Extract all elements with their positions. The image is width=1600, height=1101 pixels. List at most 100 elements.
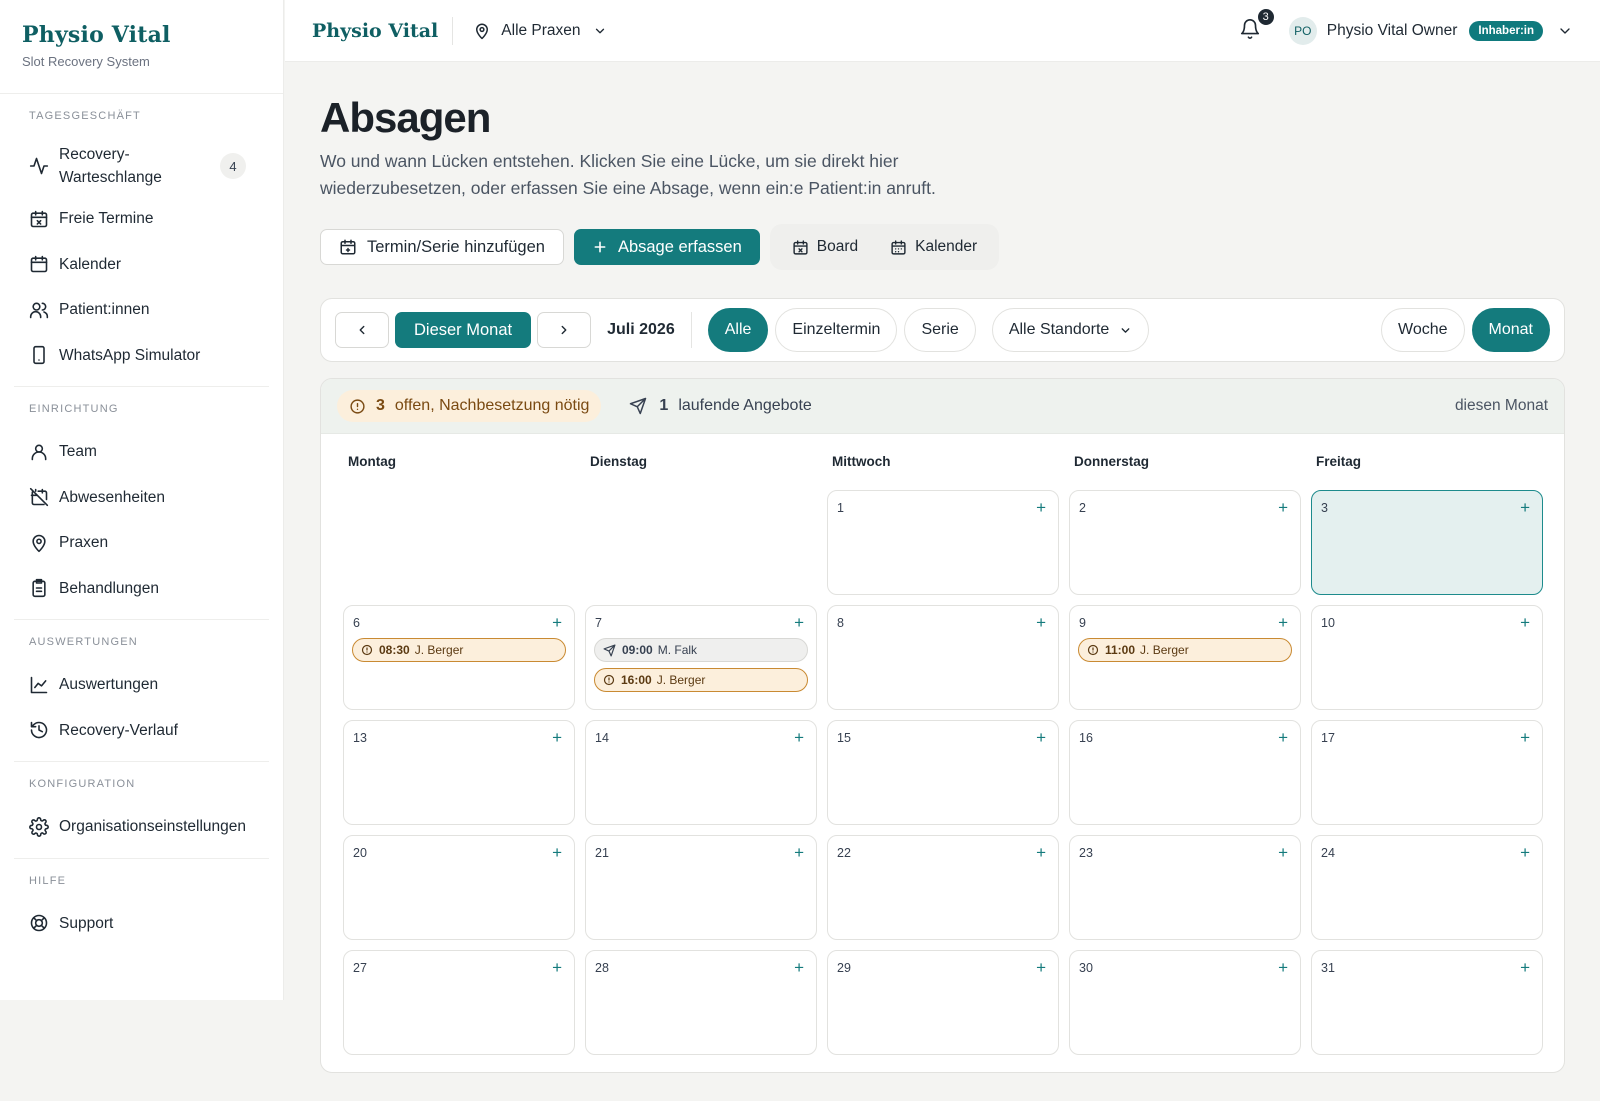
add-slot-button[interactable]: + (794, 729, 804, 746)
add-slot-button[interactable]: + (1278, 499, 1288, 516)
add-slot-button[interactable]: + (1036, 844, 1046, 861)
sidebar-item-recovery-verlauf[interactable]: Recovery-Verlauf (14, 708, 269, 754)
view-week-button[interactable]: Woche (1381, 308, 1465, 352)
add-slot-button[interactable]: + (794, 844, 804, 861)
add-slot-button[interactable]: + (1036, 959, 1046, 976)
calendar-week-row: 27 +28 +29 +30 + 31 + (343, 950, 1543, 1055)
calendar-day-cell[interactable]: 30 + (1069, 950, 1301, 1055)
add-slot-button[interactable]: + (552, 844, 562, 861)
calendar-day-cell[interactable]: 1 + (827, 490, 1059, 595)
event-time: 11:00 (1105, 643, 1136, 657)
open-gap-event[interactable]: 08:30 J. Berger (352, 638, 566, 662)
sidebar-item-kalender[interactable]: Kalender (14, 242, 269, 288)
calendar-day-cell[interactable]: 6 +08:30 J. Berger (343, 605, 575, 710)
add-slot-button[interactable]: + (1520, 959, 1530, 976)
user-name[interactable]: Physio Vital Owner (1327, 22, 1458, 40)
sidebar-item-organisationseinstellungen[interactable]: Organisationseinstellungen (14, 804, 269, 850)
chevron-right-icon (557, 323, 571, 337)
add-slot-button[interactable]: + (1278, 959, 1288, 976)
calendar-day-cell[interactable]: 29 + (827, 950, 1059, 1055)
record-cancellation-button[interactable]: Absage erfassen (573, 229, 760, 265)
calendar-day-cell[interactable]: 21 + (585, 835, 817, 940)
add-slot-button[interactable]: + (1520, 844, 1530, 861)
sidebar-item-whatsapp-simulator[interactable]: WhatsApp Simulator (14, 333, 269, 379)
add-slot-button[interactable]: + (552, 614, 562, 631)
open-gap-event[interactable]: 11:00 J. Berger (1078, 638, 1292, 662)
nav-section-hilfe: HILFE Support (14, 859, 269, 955)
add-slot-button[interactable]: + (1520, 729, 1530, 746)
view-board-button[interactable]: Board (776, 238, 874, 256)
avatar[interactable]: PO (1288, 16, 1317, 45)
calendar-day-cell[interactable]: 17 + (1311, 720, 1543, 825)
calendar-day-cell[interactable]: 24 + (1311, 835, 1543, 940)
open-gap-event[interactable]: 16:00 J. Berger (594, 668, 808, 692)
location-filter-label: Alle Standorte (1008, 321, 1110, 338)
calendar-day-cell[interactable]: 16 + (1069, 720, 1301, 825)
prev-month-button[interactable] (335, 312, 389, 348)
view-month-button[interactable]: Monat (1471, 308, 1550, 352)
sidebar-brand: Physio Vital Slot Recovery System (0, 0, 283, 94)
sidebar-item-auswertungen[interactable]: Auswertungen (14, 662, 269, 708)
running-offers-summary[interactable]: 1 laufende Angebote (629, 397, 812, 415)
calendar-day-cell[interactable]: 31 + (1311, 950, 1543, 1055)
brand-title[interactable]: Physio Vital (22, 22, 261, 48)
sidebar-item-abwesenheiten[interactable]: Abwesenheiten (14, 475, 269, 521)
sidebar-item-praxen[interactable]: Praxen (14, 520, 269, 566)
calendar-day-cell[interactable]: 20 + (343, 835, 575, 940)
calendar-day-cell[interactable]: 9 +11:00 J. Berger (1069, 605, 1301, 710)
calendar-day-cell[interactable]: 10 + (1311, 605, 1543, 710)
next-month-button[interactable] (537, 312, 592, 348)
add-slot-button[interactable]: + (1036, 614, 1046, 631)
calendar-day-cell[interactable]: 14 + (585, 720, 817, 825)
main-content: Absagen Wo und wann Lücken entstehen. Kl… (320, 62, 1565, 1073)
add-slot-button[interactable]: + (1278, 844, 1288, 861)
this-month-button[interactable]: Dieser Monat (395, 312, 532, 348)
current-month-label: Juli 2026 (607, 312, 692, 348)
day-number: 22 (837, 846, 851, 860)
calendar-grid: Montag Dienstag Mittwoch Donnerstag Freitag … (321, 434, 1564, 1055)
calendar-day-cell[interactable]: 22 + (827, 835, 1059, 940)
sidebar-item-freie-termine[interactable]: Freie Termine (14, 196, 269, 242)
add-slot-button[interactable]: + (1278, 614, 1288, 631)
add-slot-button[interactable]: + (1520, 499, 1530, 516)
add-slot-button[interactable]: + (1278, 729, 1288, 746)
calendar-day-cell[interactable]: 2 + (1069, 490, 1301, 595)
calendar-day-cell[interactable]: 27 + (343, 950, 575, 1055)
day-number: 31 (1321, 961, 1335, 975)
sidebar-item-recovery-warteschlange[interactable]: Recovery-Warteschlange 4 (14, 136, 269, 196)
calendar-day-cell[interactable]: 8 + (827, 605, 1059, 710)
calendar-day-cell[interactable]: 3 + (1311, 490, 1543, 595)
open-gaps-summary[interactable]: 3 offen, Nachbesetzung nötig (337, 390, 602, 422)
user-menu-chevron-icon[interactable] (1557, 23, 1573, 39)
sidebar-item-patient-innen[interactable]: Patient:innen (14, 287, 269, 333)
calendar-day-cell[interactable]: 23 + (1069, 835, 1301, 940)
location-select[interactable]: Alle Praxen (473, 22, 616, 40)
calendar-day-cell[interactable]: 7 +09:00 M. Falk 16:00 J. Berger (585, 605, 817, 710)
add-slot-button[interactable]: + (1036, 729, 1046, 746)
nav-section-heading: EINRICHTUNG (29, 403, 119, 415)
map-pin-icon (473, 22, 501, 40)
filter-all[interactable]: Alle (707, 308, 769, 352)
add-appointment-button[interactable]: Termin/Serie hinzufügen (320, 229, 564, 265)
filter-single[interactable]: Einzeltermin (775, 308, 898, 352)
location-filter[interactable]: Alle Standorte (991, 308, 1150, 352)
calendar-day-cell[interactable]: 28 + (585, 950, 817, 1055)
calendar-day-cell[interactable]: 13 + (343, 720, 575, 825)
topbar-brand[interactable]: Physio Vital (312, 16, 454, 45)
sidebar-item-behandlungen[interactable]: Behandlungen (14, 566, 269, 612)
location-select-label: Alle Praxen (501, 21, 581, 39)
add-slot-button[interactable]: + (794, 959, 804, 976)
add-slot-button[interactable]: + (1036, 499, 1046, 516)
notifications-button[interactable]: 3 (1239, 6, 1276, 44)
view-calendar-button[interactable]: Kalender (874, 238, 993, 256)
filter-series[interactable]: Serie (904, 308, 976, 352)
running-offer-event[interactable]: 09:00 M. Falk (594, 638, 808, 662)
sidebar-item-team[interactable]: Team (14, 429, 269, 475)
add-slot-button[interactable]: + (794, 614, 804, 631)
calendar-day-cell[interactable]: 15 + (827, 720, 1059, 825)
add-slot-button[interactable]: + (552, 729, 562, 746)
add-slot-button[interactable]: + (552, 959, 562, 976)
add-slot-button[interactable]: + (1520, 614, 1530, 631)
sidebar-item-support[interactable]: Support (14, 901, 269, 947)
topbar: Physio Vital Alle Praxen 3 PO Physio Vit… (285, 0, 1600, 62)
